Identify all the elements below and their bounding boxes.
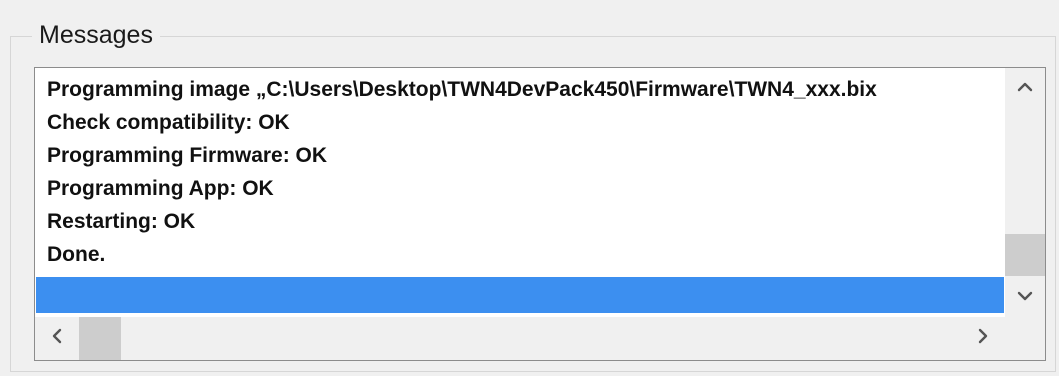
vertical-scroll-thumb[interactable] xyxy=(1005,234,1045,276)
scroll-up-button[interactable] xyxy=(1005,68,1045,108)
chevron-up-icon xyxy=(1017,79,1033,97)
horizontal-scrollbar[interactable] xyxy=(35,317,1005,360)
chevron-down-icon xyxy=(1017,288,1033,306)
message-line-app[interactable]: Programming App: OK xyxy=(47,174,274,204)
message-line-image[interactable]: Programming image „C:\Users\Desktop\TWN4… xyxy=(47,75,877,105)
message-line-firmware[interactable]: Programming Firmware: OK xyxy=(47,141,327,171)
message-line-done[interactable]: Done. xyxy=(47,240,105,270)
messages-listbox[interactable]: Programming image „C:\Users\Desktop\TWN4… xyxy=(34,67,1046,361)
message-line-compatibility[interactable]: Check compatibility: OK xyxy=(47,108,290,138)
scroll-right-button[interactable] xyxy=(961,317,1005,360)
message-line-restarting[interactable]: Restarting: OK xyxy=(47,207,195,237)
selected-list-row[interactable] xyxy=(36,277,1004,313)
scroll-down-button[interactable] xyxy=(1005,277,1045,317)
messages-list-content[interactable]: Programming image „C:\Users\Desktop\TWN4… xyxy=(35,68,1005,317)
horizontal-scroll-thumb[interactable] xyxy=(79,317,121,360)
chevron-right-icon xyxy=(978,328,988,349)
scrollbar-corner xyxy=(1005,317,1045,360)
messages-group-title: Messages xyxy=(32,20,160,50)
chevron-left-icon xyxy=(52,328,62,349)
scroll-left-button[interactable] xyxy=(35,317,79,360)
vertical-scrollbar[interactable] xyxy=(1005,68,1045,317)
